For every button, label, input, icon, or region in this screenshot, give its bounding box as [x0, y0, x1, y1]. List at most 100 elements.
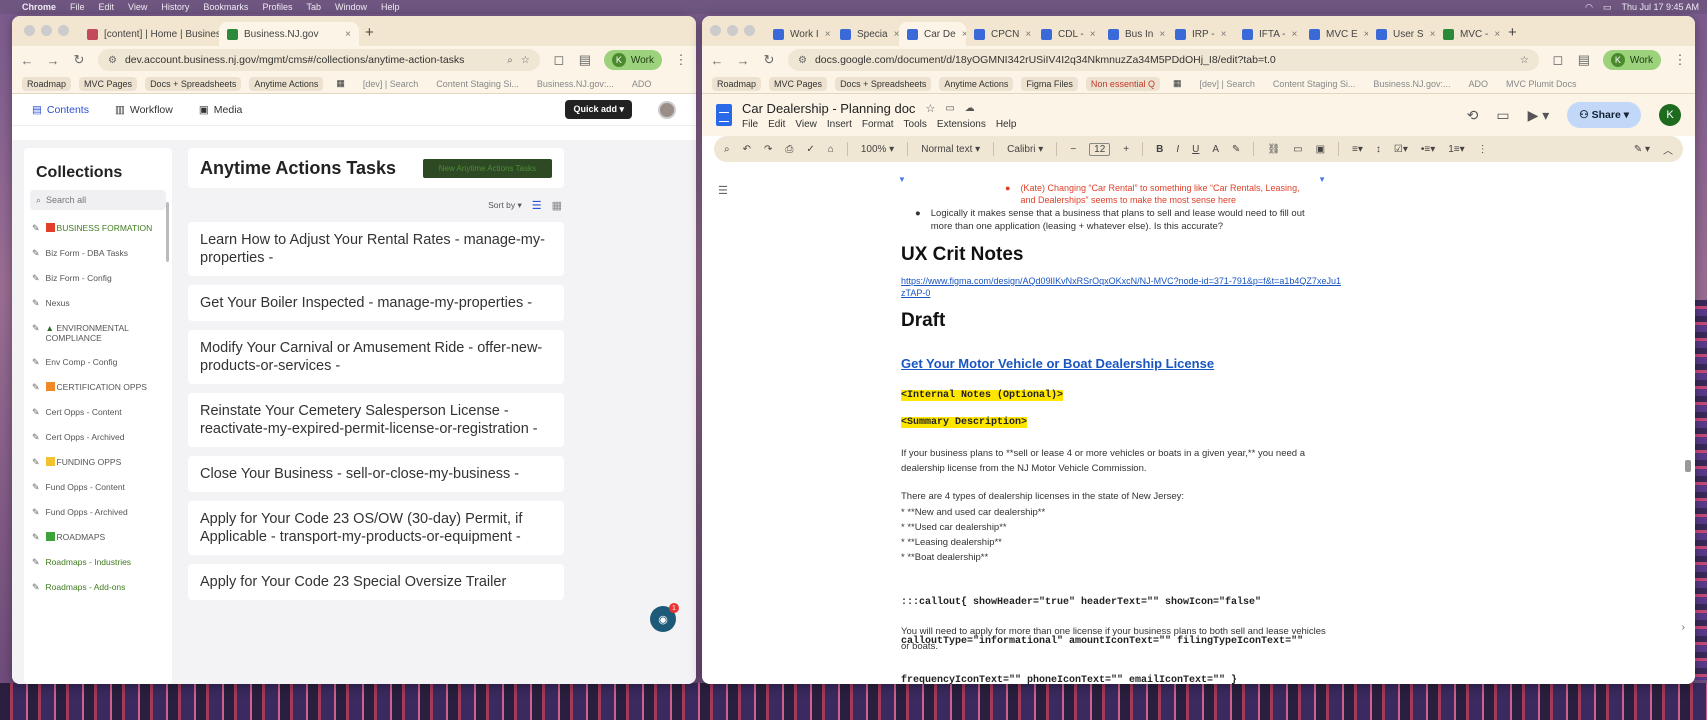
bookmark-item[interactable]: Roadmap: [22, 76, 72, 91]
quick-add-button[interactable]: Quick add ▾: [565, 100, 632, 119]
battery-icon[interactable]: ▭: [1603, 2, 1612, 13]
collection-item[interactable]: ✎ BUSINESS FORMATION: [30, 216, 166, 241]
collection-item[interactable]: ✎ Nexus: [30, 291, 166, 316]
browser-tab[interactable]: User S ×: [1368, 22, 1435, 46]
bookmark-item[interactable]: Anytime Actions: [939, 76, 1014, 91]
collection-item[interactable]: ✎ Roadmaps - Industries: [30, 550, 166, 575]
spellcheck-icon[interactable]: ✓: [806, 144, 814, 155]
indent-marker-icon[interactable]: ▼: [1318, 175, 1326, 184]
browser-tab[interactable]: Work I ×: [765, 22, 832, 46]
collection-item[interactable]: ✎ Cert Opps - Archived: [30, 425, 166, 450]
browser-tab[interactable]: MVC - ×: [1435, 22, 1502, 46]
expand-side-panel-icon[interactable]: ›: [1682, 622, 1685, 633]
document-outline-icon[interactable]: ☰: [718, 184, 728, 197]
zoom-window-button[interactable]: [58, 25, 69, 36]
profile-chip[interactable]: K Work: [1602, 50, 1661, 70]
star-icon[interactable]: ☆: [925, 102, 935, 115]
menu-history[interactable]: History: [161, 2, 189, 12]
bookmark-item[interactable]: ADO: [627, 77, 657, 91]
redo-icon[interactable]: ↷: [764, 144, 772, 155]
entry-card[interactable]: Close Your Business - sell-or-close-my-b…: [188, 456, 564, 492]
figma-link[interactable]: https://www.figma.com/design/AQd09lIKvNx…: [901, 275, 1341, 299]
avatar[interactable]: [658, 100, 676, 119]
collection-item[interactable]: ✎ Fund Opps - Content: [30, 475, 166, 500]
close-tab-icon[interactable]: ×: [1291, 29, 1297, 40]
tab-workflow[interactable]: ▥ Workflow: [115, 104, 173, 116]
grid-view-icon[interactable]: ▦: [552, 199, 562, 212]
menu-file[interactable]: File: [70, 2, 85, 12]
sidepanel-icon[interactable]: ▤: [578, 52, 592, 68]
docs-menu-item[interactable]: View: [795, 119, 817, 130]
document-scrollbar[interactable]: [1685, 460, 1691, 472]
close-tab-icon[interactable]: ×: [825, 29, 831, 40]
browser-tab[interactable]: [content] | Home | Business I×: [79, 22, 219, 46]
browser-tab[interactable]: Specia ×: [832, 22, 899, 46]
paint-format-icon[interactable]: ⌂: [828, 144, 834, 155]
app-name[interactable]: Chrome: [22, 2, 56, 12]
entry-card[interactable]: Apply for Your Code 23 Special Oversize …: [188, 564, 564, 600]
browser-tab[interactable]: CDL - ×: [1033, 22, 1100, 46]
tab-contents[interactable]: ▤ Contents: [32, 104, 89, 116]
meet-icon[interactable]: ▶ ▾: [1528, 107, 1550, 124]
bookmark-item[interactable]: Docs + Spreadsheets: [835, 76, 932, 91]
collection-item[interactable]: ✎ Fund Opps - Archived: [30, 500, 166, 525]
collapse-toolbar-icon[interactable]: ︿: [1663, 142, 1673, 157]
close-tab-icon[interactable]: ×: [345, 29, 351, 40]
font-select[interactable]: Calibri ▾: [1007, 144, 1043, 155]
menu-bookmarks[interactable]: Bookmarks: [203, 2, 248, 12]
new-tab-button[interactable]: +: [1508, 24, 1517, 41]
new-tab-button[interactable]: +: [365, 24, 374, 41]
collection-item[interactable]: ✎ CERTIFICATION OPPS: [30, 375, 166, 400]
browser-tab[interactable]: MVC E ×: [1301, 22, 1368, 46]
share-button[interactable]: ⚇ Share ▾: [1567, 102, 1641, 128]
close-tab-icon[interactable]: ×: [1494, 29, 1500, 40]
avatar[interactable]: K: [1659, 104, 1681, 126]
close-window-button[interactable]: [710, 25, 721, 36]
undo-icon[interactable]: ↶: [743, 144, 751, 155]
bookmark-item[interactable]: Figma Files: [1021, 76, 1078, 91]
browser-tab[interactable]: IRP - ×: [1167, 22, 1234, 46]
editing-mode-icon[interactable]: ✎ ▾: [1634, 144, 1650, 155]
bullet-list-icon[interactable]: •≡▾: [1421, 144, 1435, 155]
bookmark-item[interactable]: Anytime Actions: [249, 76, 324, 91]
forward-icon[interactable]: →: [46, 53, 60, 68]
entry-card[interactable]: Learn How to Adjust Your Rental Rates - …: [188, 222, 564, 276]
cloud-status-icon[interactable]: ☁: [965, 103, 975, 114]
text-color-icon[interactable]: A: [1212, 144, 1219, 155]
doc-title-link[interactable]: Get Your Motor Vehicle or Boat Dealershi…: [901, 356, 1214, 371]
bookmark-item[interactable]: MVC Pages: [79, 76, 138, 91]
clock[interactable]: Thu Jul 17 9:45 AM: [1621, 2, 1699, 12]
docs-menu-item[interactable]: Extensions: [937, 119, 986, 130]
font-size-input[interactable]: 12: [1089, 142, 1111, 156]
browser-tab-active[interactable]: Business.NJ.gov ×: [219, 22, 359, 46]
doc-title[interactable]: Car Dealership - Planning doc: [742, 101, 915, 116]
url-field[interactable]: ⚙ dev.account.business.nj.gov/mgmt/cms#/c…: [98, 49, 540, 71]
bookmark-item[interactable]: [dev] | Search: [358, 77, 423, 91]
indent-marker-icon[interactable]: ▼: [898, 175, 906, 184]
browser-tab[interactable]: Bus In ×: [1100, 22, 1167, 46]
site-info-icon[interactable]: ⚙: [108, 55, 117, 66]
bookmark-item[interactable]: Business.NJ.gov:...: [1368, 77, 1455, 91]
bold-icon[interactable]: B: [1156, 144, 1163, 155]
checklist-icon[interactable]: ☑▾: [1394, 144, 1408, 155]
menu-edit[interactable]: Edit: [99, 2, 115, 12]
more-menu-icon[interactable]: ⋮: [1673, 52, 1687, 68]
collection-item[interactable]: ✎ ROADMAPS: [30, 525, 166, 550]
link-icon[interactable]: ⛓: [1267, 144, 1280, 155]
docs-menu-item[interactable]: Edit: [768, 119, 785, 130]
close-tab-icon[interactable]: ×: [1221, 29, 1227, 40]
reload-icon[interactable]: ↻: [72, 52, 86, 68]
docs-menu-item[interactable]: Insert: [827, 119, 852, 130]
google-docs-icon[interactable]: [716, 104, 732, 126]
align-icon[interactable]: ≡▾: [1352, 144, 1363, 155]
sort-by-dropdown[interactable]: Sort by ▾: [488, 200, 522, 211]
entry-card[interactable]: Modify Your Carnival or Amusement Ride -…: [188, 330, 564, 384]
italic-icon[interactable]: I: [1176, 144, 1179, 155]
decrease-font-icon[interactable]: −: [1070, 144, 1076, 155]
new-entry-button[interactable]: New Anytime Actions Tasks: [422, 158, 552, 178]
search-icon[interactable]: ⌕: [507, 55, 513, 66]
browser-tab[interactable]: CPCN ×: [966, 22, 1033, 46]
entry-card[interactable]: Apply for Your Code 23 OS/OW (30-day) Pe…: [188, 501, 564, 555]
print-icon[interactable]: ⎙: [785, 144, 793, 155]
close-window-button[interactable]: [24, 25, 35, 36]
